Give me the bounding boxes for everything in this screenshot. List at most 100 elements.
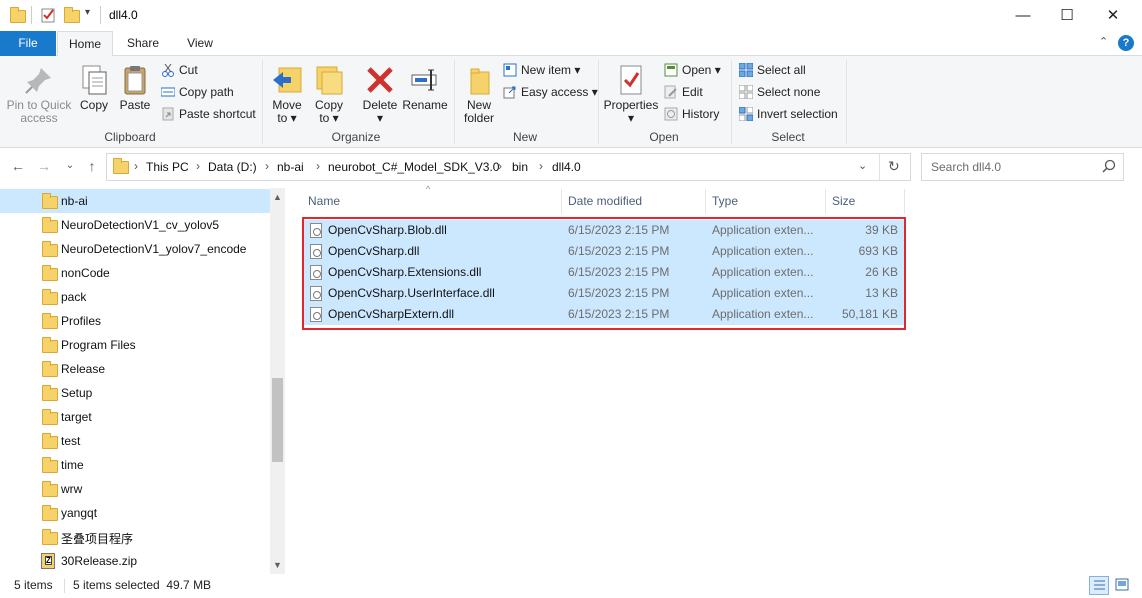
chevron-up-icon[interactable]: ⌃	[1099, 35, 1108, 48]
breadcrumb-chevron-icon[interactable]: ›	[498, 159, 502, 173]
nav-item-release[interactable]: Release	[0, 357, 270, 381]
forward-arrow-icon[interactable]: →	[34, 158, 54, 174]
details-view-icon[interactable]	[1089, 576, 1109, 595]
back-arrow-icon[interactable]: ←	[8, 158, 28, 174]
folder-icon	[42, 481, 58, 497]
scroll-down-arrow-icon[interactable]: ▼	[270, 560, 285, 570]
folder-icon	[42, 361, 58, 377]
properties-button[interactable]: Properties ▾	[602, 64, 660, 125]
nav-item-profiles[interactable]: Profiles	[0, 309, 270, 333]
help-icon[interactable]: ?	[1118, 35, 1134, 51]
paste-button[interactable]: Paste	[116, 64, 154, 112]
new-item-button[interactable]: New item ▾	[503, 60, 580, 80]
nav-item-setup[interactable]: Setup	[0, 381, 270, 405]
select-all-label: Select all	[757, 63, 806, 77]
invert-selection-button[interactable]: Invert selection	[738, 104, 838, 124]
select-none-button[interactable]: Select none	[738, 82, 820, 102]
cut-label: Cut	[179, 63, 198, 77]
nav-item-noncode[interactable]: nonCode	[0, 261, 270, 285]
move-to-button[interactable]: Move to ▾	[269, 64, 305, 125]
scroll-up-arrow-icon[interactable]: ▲	[270, 192, 285, 202]
address-dropdown-chevron-icon[interactable]: ⌄	[858, 159, 867, 172]
breadcrumb-bin[interactable]: bin	[512, 160, 528, 174]
zip-file-icon: Z	[41, 553, 55, 569]
tab-home[interactable]: Home	[57, 31, 113, 57]
column-divider[interactable]	[904, 189, 905, 214]
new-folder-icon	[463, 64, 495, 96]
properties-check-icon[interactable]	[41, 7, 57, 23]
breadcrumb-this-pc[interactable]: This PC	[146, 160, 189, 174]
nav-item-pack[interactable]: pack	[0, 285, 270, 309]
nav-item-zip[interactable]: Z 30Release.zip	[0, 549, 270, 573]
column-divider[interactable]	[561, 189, 562, 214]
breadcrumb-sdk[interactable]: neurobot_C#_Model_SDK_V3.0	[328, 160, 499, 174]
nav-item-label: target	[61, 410, 92, 424]
scrollbar-thumb[interactable]	[272, 378, 283, 462]
search-icon[interactable]	[1102, 159, 1116, 176]
customize-quick-access-icon[interactable]: ▾	[85, 7, 90, 18]
nav-item-yangqt[interactable]: yangqt	[0, 501, 270, 525]
move-to-icon	[271, 64, 303, 96]
column-header-name[interactable]: Name	[308, 194, 340, 208]
delete-arrow: ▾	[376, 111, 384, 125]
pin-label-line2: access	[20, 111, 58, 125]
paste-shortcut-button[interactable]: Paste shortcut	[161, 104, 256, 124]
breadcrumb-chevron-icon[interactable]: ›	[265, 159, 269, 173]
large-icons-view-icon[interactable]	[1113, 576, 1133, 595]
close-button[interactable]: ✕	[1090, 0, 1136, 31]
copy-to-button[interactable]: Copy to ▾	[311, 64, 347, 125]
column-divider[interactable]	[705, 189, 706, 214]
breadcrumb-chevron-icon[interactable]: ›	[134, 159, 138, 173]
nav-item-target[interactable]: target	[0, 405, 270, 429]
up-arrow-icon[interactable]: ↑	[82, 158, 102, 174]
delete-button[interactable]: Delete ▾	[360, 64, 400, 125]
edit-button[interactable]: Edit	[664, 82, 703, 102]
column-header-date[interactable]: Date modified	[568, 194, 642, 208]
nav-item-project[interactable]: 圣叠项目程序	[0, 525, 270, 549]
nav-item-wrw[interactable]: wrw	[0, 477, 270, 501]
tab-file[interactable]: File	[0, 31, 56, 56]
edit-pencil-icon	[664, 85, 678, 99]
history-button[interactable]: History	[664, 104, 719, 124]
search-box[interactable]: Search dll4.0	[921, 153, 1124, 181]
open-button[interactable]: Open ▾	[664, 60, 721, 80]
nav-item-program-files[interactable]: Program Files	[0, 333, 270, 357]
nav-item-neurodetection-cv-yolov5[interactable]: NeuroDetectionV1_cv_yolov5	[0, 213, 270, 237]
tab-view[interactable]: View	[176, 31, 224, 56]
new-folder-button[interactable]: New folder	[458, 64, 500, 125]
maximize-button[interactable]: ☐	[1044, 0, 1090, 31]
nav-item-label: time	[61, 458, 84, 472]
nav-item-label: wrw	[61, 482, 83, 496]
nav-item-nb-ai[interactable]: nb-ai	[0, 189, 270, 213]
breadcrumb-chevron-icon[interactable]: ›	[539, 159, 543, 173]
minimize-button[interactable]: —	[1000, 0, 1046, 31]
refresh-icon[interactable]: ↻	[888, 158, 900, 175]
new-folder-quick-icon[interactable]	[64, 7, 80, 26]
select-all-button[interactable]: Select all	[738, 60, 806, 80]
column-divider[interactable]	[825, 189, 826, 214]
folder-icon	[42, 529, 58, 545]
address-bar[interactable]: › This PC › Data (D:) › nb-ai › neurobot…	[106, 153, 911, 181]
breadcrumb-nb-ai[interactable]: nb-ai	[277, 160, 304, 174]
cut-button[interactable]: Cut	[161, 60, 198, 80]
rename-button[interactable]: Rename	[401, 64, 449, 112]
breadcrumb-chevron-icon[interactable]: ›	[316, 159, 320, 173]
breadcrumb-drive[interactable]: Data (D:)	[208, 160, 257, 174]
breadcrumb-chevron-icon[interactable]: ›	[196, 159, 200, 173]
column-header-size[interactable]: Size	[832, 194, 855, 208]
nav-item-time[interactable]: time	[0, 453, 270, 477]
recent-locations-chevron-icon[interactable]: ⌄	[60, 160, 80, 171]
pin-to-quick-access-button[interactable]: Pin to Quick access	[4, 64, 74, 125]
new-item-icon	[503, 63, 517, 77]
copy-button[interactable]: Copy	[76, 64, 112, 112]
nav-item-neurodetection-yolov7-encode[interactable]: NeuroDetectionV1_yolov7_encode	[0, 237, 270, 261]
tab-share[interactable]: Share	[117, 31, 169, 56]
easy-access-button[interactable]: Easy access ▾	[503, 82, 598, 102]
folder-icon	[42, 241, 58, 257]
breadcrumb-current[interactable]: dll4.0	[552, 160, 581, 174]
copy-path-button[interactable]: Copy path	[160, 82, 234, 102]
group-separator	[454, 60, 455, 144]
column-header-type[interactable]: Type	[712, 194, 738, 208]
status-bar: 5 items 5 items selected 49.7 MB	[0, 574, 1142, 598]
nav-item-test[interactable]: test	[0, 429, 270, 453]
